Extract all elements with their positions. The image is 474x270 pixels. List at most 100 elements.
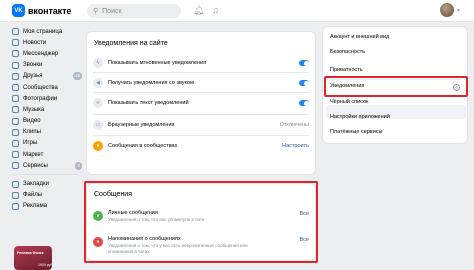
row-label: Показывать мгновенные уведомления: [108, 60, 207, 66]
sidebar-item-photos[interactable]: Фотографии: [12, 93, 82, 104]
sidebar-item-label: Фотографии: [23, 95, 58, 102]
sidebar-item-label: Игры: [23, 140, 38, 147]
sidebar-item-music[interactable]: Музыка: [12, 104, 82, 115]
sidebar-item-ads[interactable]: Реклама: [12, 201, 82, 212]
site-notifications-card: Уведомления на сайте ϟ Показывать мгнове…: [86, 31, 316, 175]
community-icon: [12, 84, 19, 92]
user-icon: [12, 28, 19, 36]
sidebar-item-label: Друзья: [23, 73, 43, 80]
lightning-icon: ϟ: [93, 58, 103, 68]
section-title: Уведомления на сайте: [94, 40, 168, 47]
photo-icon: [12, 95, 19, 103]
sidebar-item-my-page[interactable]: Моя страница: [12, 26, 82, 37]
bookmark-icon: [12, 180, 19, 188]
ads-icon: [12, 202, 19, 210]
menu-item-blacklist[interactable]: Чёрный список: [330, 99, 368, 105]
ad-title: Реклама Фолек: [17, 251, 44, 255]
community-icon: ●: [93, 141, 103, 151]
sidebar-item-messenger[interactable]: Мессенджер: [12, 48, 82, 59]
sidebar-item-news[interactable]: Новости: [12, 37, 82, 48]
chevron-down-icon: ▾: [457, 7, 461, 14]
chat-icon: [12, 50, 19, 58]
sidebar-item-label: Сообщества: [23, 84, 58, 91]
sidebar-item-games[interactable]: Игры: [12, 138, 82, 149]
row-divider: [93, 92, 309, 93]
sidebar-item-label: Звонки: [23, 62, 43, 69]
browser-notifications-status[interactable]: Отключены: [280, 122, 309, 128]
configure-link[interactable]: Настроить: [282, 143, 309, 149]
row-label: Получать уведомления со звуком: [108, 80, 194, 86]
sidebar-item-label: Закладки: [23, 181, 49, 188]
instant-notifications-row[interactable]: ϟ Показывать мгновенные уведомления: [93, 56, 309, 70]
services-count-badge: 6: [75, 161, 82, 170]
sidebar-divider: [12, 174, 78, 176]
top-header: VK вконтакте ⚲ Поиск 🔔︎ ♫ ▾: [0, 0, 474, 22]
browser-notifications-row[interactable]: ▭ Браузерные уведомления Отключены: [93, 118, 309, 132]
friends-count-badge: 49: [72, 72, 82, 81]
market-icon: [12, 151, 19, 159]
avatar: [440, 3, 454, 17]
browser-icon: ▭: [93, 120, 103, 130]
community-messages-row[interactable]: ● Сообщения в сообществах Настроить: [93, 139, 309, 153]
sidebar-item-friends[interactable]: Друзья 49: [12, 71, 82, 82]
ad-banner[interactable]: Реклама Фолек 1900 руб: [14, 246, 52, 270]
row-divider: [93, 72, 309, 73]
sidebar-item-video[interactable]: Видео: [12, 116, 82, 127]
left-sidebar: Моя страница Новости Мессенджер Звонки Д…: [12, 26, 82, 212]
sound-notifications-toggle[interactable]: [299, 80, 309, 86]
sidebar-item-clips[interactable]: Клипы: [12, 127, 82, 138]
menu-item-security[interactable]: Безопасность: [330, 49, 365, 55]
row-label: Сообщения в сообществах: [108, 143, 178, 149]
logo-text: вконтакте: [28, 5, 72, 16]
vk-logo[interactable]: VK вконтакте: [12, 4, 71, 17]
clips-icon: [12, 128, 19, 136]
news-icon: [12, 39, 19, 47]
search-icon: ⚲: [93, 8, 99, 15]
music-icon[interactable]: ♫: [212, 5, 219, 15]
sidebar-item-label: Музыка: [23, 106, 45, 113]
sound-icon: ◀: [93, 78, 103, 88]
video-icon: [12, 117, 19, 125]
sound-notifications-row[interactable]: ◀ Получать уведомления со звуком: [93, 76, 309, 90]
services-icon: [12, 162, 19, 170]
sidebar-item-label: Моя страница: [23, 28, 63, 35]
sidebar-item-label: Реклама: [23, 203, 48, 210]
file-icon: [12, 191, 19, 199]
sidebar-item-label: Новости: [23, 39, 47, 46]
bell-icon[interactable]: 🔔︎: [193, 5, 204, 16]
menu-item-app-settings[interactable]: Настройки приложений: [330, 114, 390, 120]
menu-item-account[interactable]: Аккаунт и внешний вид: [330, 34, 389, 40]
sidebar-item-label: Файлы: [23, 192, 43, 199]
text-icon: ≡: [93, 98, 103, 108]
notifications-highlight-box: [324, 76, 468, 97]
sidebar-item-label: Маркет: [23, 151, 44, 158]
sidebar-item-bookmarks[interactable]: Закладки: [12, 178, 82, 189]
sidebar-item-label: Клипы: [23, 129, 41, 136]
row-label: Показывать текст уведомлений: [108, 100, 189, 106]
profile-menu[interactable]: ▾: [440, 3, 460, 17]
sidebar-item-services[interactable]: Сервисы 6: [12, 160, 82, 171]
row-divider: [93, 135, 309, 136]
sidebar-item-label: Видео: [23, 118, 41, 125]
phone-icon: [12, 61, 19, 69]
ad-price: 1900 руб: [38, 263, 53, 267]
games-icon: [12, 139, 19, 147]
music-icon: [12, 106, 19, 114]
sidebar-item-market[interactable]: Маркет: [12, 149, 82, 160]
search-placeholder: Поиск: [102, 7, 122, 15]
sidebar-item-label: Сервисы: [23, 162, 48, 169]
sidebar-item-communities[interactable]: Сообщества: [12, 82, 82, 93]
menu-item-payments[interactable]: Платёжные сервисы: [330, 129, 383, 135]
messages-highlight-box: [84, 181, 318, 263]
search-input[interactable]: ⚲ Поиск: [87, 4, 181, 18]
notification-text-row[interactable]: ≡ Показывать текст уведомлений: [93, 96, 309, 110]
instant-notifications-toggle[interactable]: [299, 60, 309, 66]
menu-item-privacy[interactable]: Приватность: [330, 67, 363, 73]
notification-text-toggle[interactable]: [299, 100, 309, 106]
vk-logo-icon: VK: [12, 4, 25, 17]
friends-icon: [12, 72, 19, 80]
sidebar-item-files[interactable]: Файлы: [12, 190, 82, 201]
row-divider: [93, 114, 309, 115]
sidebar-item-calls[interactable]: Звонки: [12, 60, 82, 71]
sidebar-item-label: Мессенджер: [23, 50, 59, 57]
